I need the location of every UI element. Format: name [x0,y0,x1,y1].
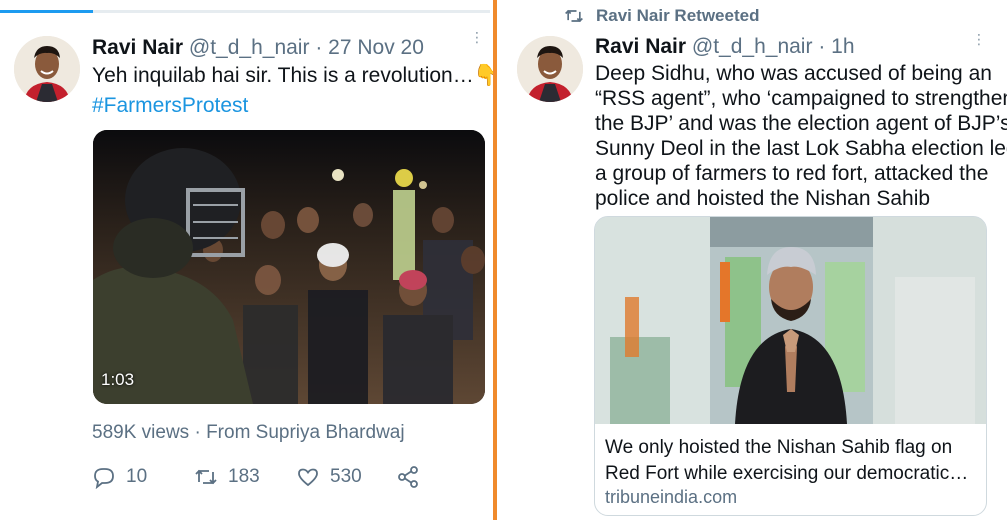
link-card-title-line: We only hoisted the Nishan Sahib flag on [605,437,953,458]
views-count: 589K views [92,422,190,443]
reply-button[interactable]: 10 [92,462,147,492]
link-card[interactable]: We only hoisted the Nishan Sahib flag on… [594,216,987,516]
video-player[interactable]: 1:03 [93,130,485,404]
tweet-text: Deep Sidhu, who was accused of being an … [595,61,1007,211]
panel-divider [493,0,497,520]
retweet-icon [195,469,217,485]
video-progress-fill [0,10,94,13]
tweet-text-line: the BJP’ and was the election agent of B… [595,112,1007,135]
tweet-text-line: a group of farmers to red fort, attacked… [595,162,989,185]
author-name[interactable]: Ravi Nair [595,35,686,58]
tweet-text: Yeh inquilab hai sir. This is a revoluti… [92,63,494,118]
tweet-text-line: police and hoisted the Nishan Sahib [595,187,931,210]
retweeted-label[interactable]: Ravi Nair Retweeted [596,6,759,26]
tweet-text-line: “RSS agent”, who ‘campaigned to strength… [595,87,1007,110]
like-button[interactable]: 530 [296,462,362,492]
link-card-title: We only hoisted the Nishan Sahib flag on… [605,435,985,487]
video-thumbnail [93,130,485,404]
retweet-button[interactable]: 183 [194,462,260,492]
retweeted-indicator: Ravi Nair Retweeted [564,6,759,26]
views-source[interactable]: From Supriya Bhardwaj [206,422,405,443]
avatar[interactable] [14,36,80,102]
header-separator: · [315,36,323,59]
like-icon [298,468,318,487]
link-card-image [595,217,986,424]
tweet-text-line: Deep Sidhu, who was accused of being an [595,62,992,85]
tweet-actions: 10 183 530 [92,462,422,492]
hand-pointing-down-emoji: 👇 [473,64,494,87]
tweet-header: Ravi Nair @t_d_h_nair · 27 Nov 20 [92,36,424,60]
tweet-text-line: Sunny Deol in the last Lok Sabha electio… [595,137,1007,160]
views-separator: · [194,422,201,443]
author-name[interactable]: Ravi Nair [92,36,183,59]
timestamp[interactable]: 27 Nov 20 [328,36,424,59]
video-progress-bar [0,10,490,13]
link-card-title-line: Red Fort while exercising our democratic… [605,463,969,484]
reply-icon [94,468,114,489]
author-handle[interactable]: @t_d_h_nair [692,35,813,58]
avatar[interactable] [517,36,583,102]
tweet-header: Ravi Nair @t_d_h_nair · 1h [595,35,855,59]
reply-count: 10 [126,466,148,487]
like-count: 530 [330,466,362,487]
share-icon [398,466,418,488]
video-views: 589K views · From Supriya Bhardwaj [92,422,405,444]
header-separator: · [818,35,826,58]
tweet-text-line: Yeh inquilab hai sir. This is a revoluti… [92,64,474,87]
left-tweet: Ravi Nair @t_d_h_nair · 27 Nov 20 ⋮ Yeh … [0,0,494,520]
retweet-count: 183 [228,466,260,487]
share-button[interactable] [396,462,430,492]
video-duration: 1:03 [101,370,135,389]
more-icon[interactable]: ⋮ [972,32,986,46]
author-handle[interactable]: @t_d_h_nair [189,36,310,59]
retweet-icon [565,9,583,23]
more-icon[interactable]: ⋮ [470,30,484,44]
hashtag-link[interactable]: #FarmersProtest [92,93,482,118]
timestamp[interactable]: 1h [831,35,854,58]
link-card-domain: tribuneindia.com [605,487,738,507]
